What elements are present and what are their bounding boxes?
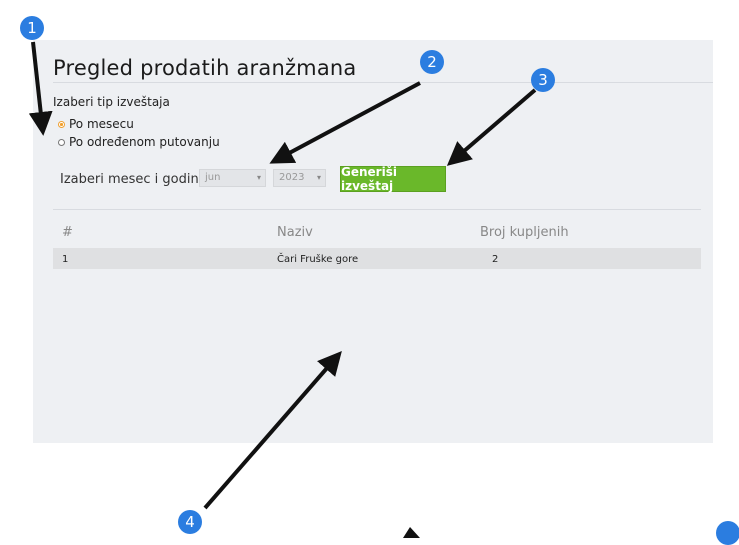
arrow-4 — [203, 350, 342, 510]
arrow-1 — [28, 41, 53, 136]
annotation-marker-4: 4 — [178, 510, 202, 534]
annotation-marker-2: 2 — [420, 50, 444, 74]
arrow-5-tip — [403, 527, 420, 538]
arrow-2 — [269, 81, 421, 164]
annotation-marker-3: 3 — [531, 68, 555, 92]
arrow-3 — [446, 88, 537, 166]
annotation-arrows — [28, 41, 537, 538]
annotation-marker-5 — [716, 521, 739, 545]
annotation-marker-1: 1 — [20, 16, 44, 40]
